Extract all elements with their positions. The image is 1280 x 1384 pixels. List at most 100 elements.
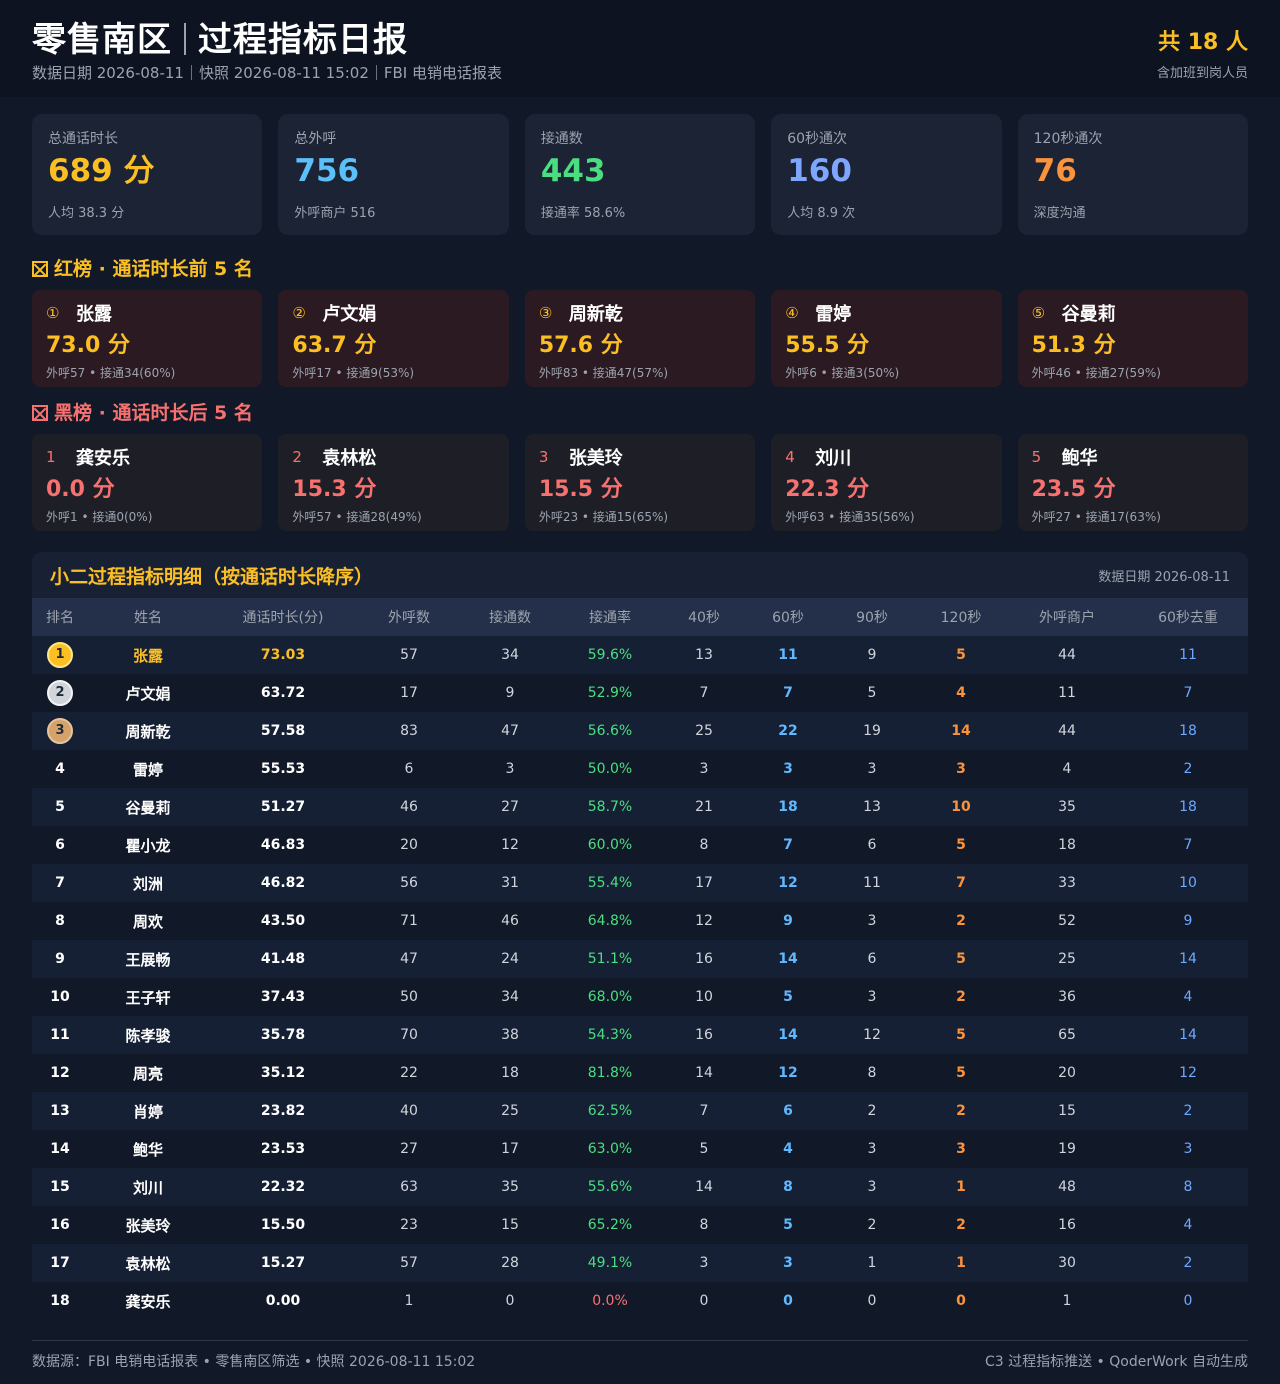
table-row: 11 陈孝骏 35.78 70 38 54.3% 16 14 12 5 65 14 [32, 1016, 1248, 1054]
column-header: 姓名 [134, 610, 162, 626]
column-header: 通话时长(分) [242, 610, 324, 626]
calls-cell: 27 [400, 1141, 418, 1157]
connect-rate-cell: 52.9% [587, 685, 633, 701]
card-stats: 外呼1 • 接通0(0%) [46, 510, 153, 524]
merchants-cell: 33 [1058, 875, 1076, 891]
card-stats: 外呼83 • 接通47(57%) [538, 366, 669, 380]
card-rank: 2 [292, 448, 302, 466]
s90-cell: 12 [863, 1027, 881, 1043]
duration-cell: 51.27 [260, 799, 306, 815]
column-header: 40秒 [688, 610, 720, 626]
s60-dedup-cell: 7 [1183, 837, 1193, 853]
s90-cell: 0 [867, 1293, 877, 1309]
card-stats: 外呼57 • 接通34(60%) [46, 366, 176, 380]
calls-cell: 71 [400, 913, 418, 929]
connect-rate-cell: 58.7% [587, 799, 633, 815]
card-name: 张美玲 [568, 448, 623, 469]
name-cell: 张露 [132, 646, 163, 665]
s60-cell: 14 [778, 951, 798, 967]
connected-cell: 46 [501, 913, 519, 929]
black-board-card: 1 龚安乐 0.0 分外呼1 • 接通0(0%) [32, 434, 263, 531]
s60-cell: 18 [778, 799, 798, 815]
table-row: 2 卢文娟 63.72 17 9 52.9% 7 7 5 4 11 7 [32, 674, 1248, 712]
calls-cell: 50 [400, 989, 418, 1005]
connected-cell: 15 [501, 1217, 519, 1233]
s60-dedup-cell: 3 [1183, 1141, 1193, 1157]
report-header: 零售南区 过程指标日报 数据日期 2026-08-11｜快照 2026-08-11… [0, 0, 1280, 97]
table-row: 14 鲍华 23.53 27 17 63.0% 5 4 3 3 19 3 [32, 1130, 1248, 1168]
s120-cell: 5 [956, 837, 966, 853]
name-cell: 周亮 [132, 1064, 163, 1083]
merchants-cell: 44 [1058, 647, 1076, 663]
s60-cell: 12 [778, 875, 798, 891]
s120-cell: 14 [951, 723, 971, 739]
rank-cell: 17 [50, 1255, 70, 1271]
duration-cell: 35.12 [260, 1065, 306, 1081]
rank-cell: 6 [55, 837, 65, 853]
card-name: 周新乾 [568, 304, 623, 325]
card-stats: 外呼17 • 接通9(53%) [292, 366, 415, 380]
red-board-card: ③ 周新乾 57.6 分外呼83 • 接通47(57%) [524, 290, 756, 387]
s90-cell: 5 [867, 685, 877, 701]
rank-medal-icon: 3 [47, 718, 73, 744]
s60-cell: 0 [783, 1293, 793, 1309]
column-header: 外呼商户 [1039, 610, 1095, 626]
kpi-card: 接通数 443 接通率 58.6% [524, 114, 756, 235]
s120-cell: 1 [956, 1179, 966, 1195]
s60-dedup-cell: 11 [1179, 647, 1197, 663]
connected-cell: 28 [501, 1255, 519, 1271]
s120-cell: 4 [956, 685, 966, 701]
red-board-card: ⑤ 谷曼莉 51.3 分外呼46 • 接通27(59%) [1017, 290, 1249, 387]
card-header: ② 卢文娟 [292, 300, 494, 326]
calls-cell: 46 [400, 799, 418, 815]
s60-cell: 8 [783, 1179, 793, 1195]
table-row: 9 王展畅 41.48 47 24 51.1% 16 14 6 5 25 14 [32, 940, 1248, 978]
s40-cell: 14 [695, 1179, 713, 1195]
card-rank: ② [292, 304, 306, 322]
connect-rate-cell: 55.4% [587, 875, 633, 891]
s60-cell: 5 [783, 989, 793, 1005]
calls-cell: 22 [400, 1065, 418, 1081]
merchants-cell: 4 [1062, 761, 1072, 777]
duration-cell: 63.72 [260, 685, 306, 701]
black-board-title-text: 黑榜 · 通话时长后 5 名 [54, 402, 253, 424]
s60-cell: 22 [778, 723, 798, 739]
card-name: 龚安乐 [76, 448, 130, 469]
s60-dedup-cell: 4 [1183, 989, 1193, 1005]
column-header: 接通率 [589, 610, 631, 626]
black-board-card: 5 鲍华 23.5 分外呼27 • 接通17(63%) [1017, 434, 1249, 531]
rank-cell: 9 [55, 951, 65, 967]
s60-dedup-cell: 2 [1183, 1255, 1193, 1271]
s40-cell: 7 [699, 1103, 709, 1119]
rank-cell: 10 [50, 989, 70, 1005]
detail-table-panel: 小二过程指标明细（按通话时长降序） 数据日期 2026-08-11 排名 姓名 通话… [32, 552, 1248, 1320]
s120-cell: 7 [956, 875, 966, 891]
duration-cell: 35.78 [260, 1027, 306, 1043]
table-row: 6 瞿小龙 46.83 20 12 60.0% 8 7 6 5 18 7 [32, 826, 1248, 864]
merchants-cell: 20 [1058, 1065, 1076, 1081]
s90-cell: 3 [867, 1179, 877, 1195]
s90-cell: 2 [867, 1103, 877, 1119]
duration-cell: 23.53 [260, 1141, 306, 1157]
card-duration: 57.6 分 [538, 333, 623, 358]
s90-cell: 6 [867, 951, 877, 967]
s120-cell: 10 [951, 799, 971, 815]
kpi-subtext: 接通率 58.6% [540, 206, 626, 221]
card-header: ④ 雷婷 [785, 300, 987, 326]
report-subtitle: 数据日期 2026-08-11｜快照 2026-08-11 15:02｜FBI … [32, 64, 502, 82]
connected-cell: 17 [501, 1141, 519, 1157]
connected-cell: 24 [501, 951, 519, 967]
merchants-cell: 1 [1062, 1293, 1072, 1309]
merchants-cell: 35 [1058, 799, 1076, 815]
connected-cell: 34 [501, 647, 519, 663]
name-cell: 龚安乐 [125, 1292, 171, 1311]
detail-table: 排名 姓名 通话时长(分) 外呼数 接通数 接通率 40秒 60秒 90秒 120秒 外呼商户 60秒… [32, 598, 1248, 1320]
s60-cell: 6 [783, 1103, 793, 1119]
s60-dedup-cell: 12 [1179, 1065, 1197, 1081]
column-header: 接通数 [489, 610, 531, 626]
s120-cell: 5 [956, 1065, 966, 1081]
kpi-row: 总通话时长 689 分人均 38.3 分总外呼 756 外呼商户 516 接通数 443 接… [32, 114, 1249, 235]
kpi-card: 总通话时长 689 分人均 38.3 分 [32, 114, 263, 235]
connect-rate-cell: 62.5% [587, 1103, 633, 1119]
connected-cell: 3 [505, 761, 515, 777]
